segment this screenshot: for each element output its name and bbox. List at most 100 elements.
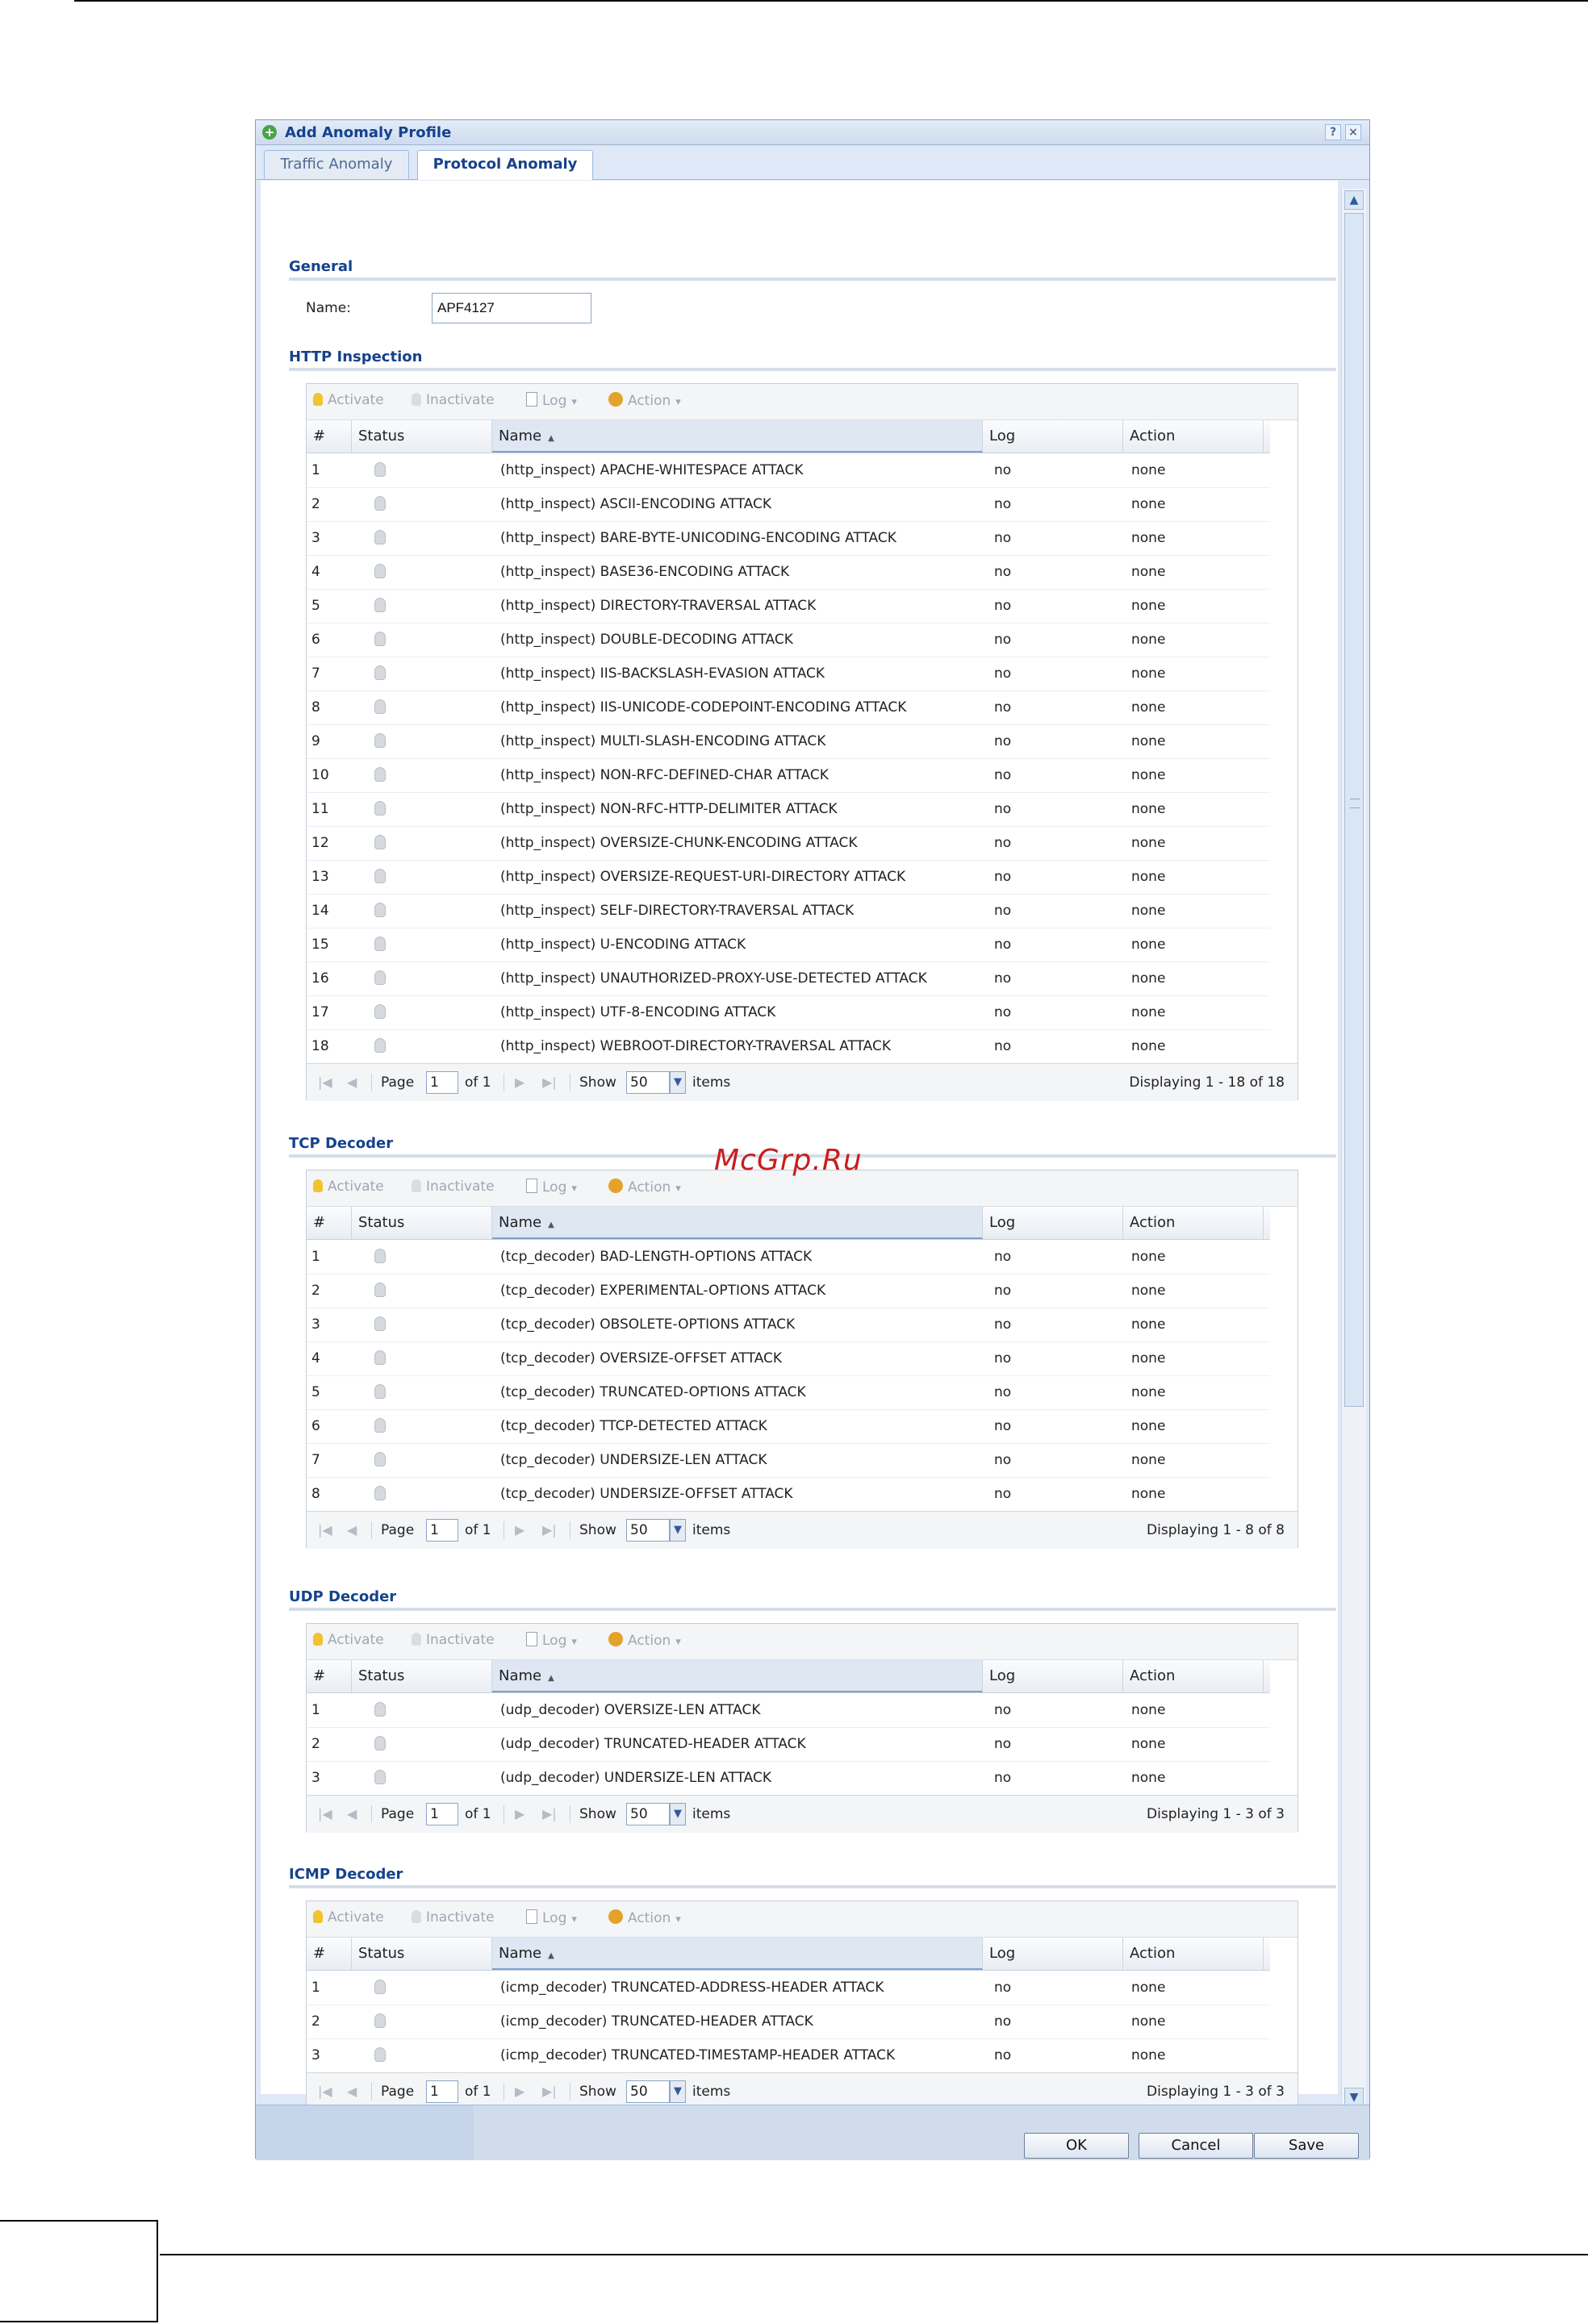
activate-button[interactable]: Activate — [313, 392, 384, 408]
inactivate-button[interactable]: Inactivate — [412, 392, 495, 408]
scroll-up-arrow-icon[interactable]: ▲ — [1344, 190, 1364, 210]
last-page-icon[interactable]: ▶| — [542, 1064, 557, 1101]
tab-traffic-anomaly[interactable]: Traffic Anomaly — [264, 150, 409, 179]
next-page-icon[interactable]: ▶ — [515, 1796, 524, 1833]
last-page-icon[interactable]: ▶| — [542, 1796, 557, 1833]
page-size-select[interactable]: 50 — [626, 1519, 670, 1542]
table-row[interactable]: 12 (http_inspect) OVERSIZE-CHUNK-ENCODING… — [307, 826, 1270, 861]
table-row[interactable]: 18 (http_inspect) WEBROOT-DIRECTORY-TRAVE… — [307, 1029, 1270, 1064]
column-header-name[interactable]: Name ▲ — [492, 420, 983, 453]
next-page-icon[interactable]: ▶ — [515, 1512, 524, 1549]
table-row[interactable]: 16 (http_inspect) UNAUTHORIZED-PROXY-USE-… — [307, 962, 1270, 996]
inactivate-button[interactable]: Inactivate — [412, 1909, 495, 1926]
table-row[interactable]: 4 (http_inspect) BASE36-ENCODING ATTACK no… — [307, 555, 1270, 590]
inactivate-button[interactable]: Inactivate — [412, 1179, 495, 1195]
close-button[interactable]: × — [1345, 124, 1361, 140]
page-size-select[interactable]: 50 — [626, 1803, 670, 1825]
log-menu-button[interactable]: Log ▾ — [526, 1632, 577, 1649]
page-number-input[interactable]: 1 — [426, 2080, 458, 2103]
column-header-action[interactable]: Action — [1123, 1938, 1264, 1970]
table-row[interactable]: 8 (http_inspect) IIS-UNICODE-CODEPOINT-EN… — [307, 691, 1270, 725]
table-row[interactable]: 14 (http_inspect) SELF-DIRECTORY-TRAVERSA… — [307, 894, 1270, 928]
table-row[interactable]: 9 (http_inspect) MULTI-SLASH-ENCODING ATT… — [307, 724, 1270, 759]
action-menu-button[interactable]: Action ▾ — [608, 1909, 681, 1926]
activate-button[interactable]: Activate — [313, 1909, 384, 1926]
page-size-dropdown-icon[interactable]: ▼ — [670, 1071, 686, 1094]
table-row[interactable]: 4 (tcp_decoder) OVERSIZE-OFFSET ATTACK no n… — [307, 1341, 1270, 1376]
vertical-scrollbar[interactable]: ▲ ▼ — [1341, 189, 1366, 2109]
column-header-log[interactable]: Log — [983, 1938, 1123, 1970]
page-number-input[interactable]: 1 — [426, 1803, 458, 1825]
table-row[interactable]: 7 (tcp_decoder) UNDERSIZE-LEN ATTACK no non… — [307, 1443, 1270, 1478]
table-row[interactable]: 3 (icmp_decoder) TRUNCATED-TIMESTAMP-HEAD… — [307, 2038, 1270, 2073]
table-row[interactable]: 2 (http_inspect) ASCII-ENCODING ATTACK no n… — [307, 487, 1270, 522]
name-input[interactable] — [432, 293, 591, 323]
help-button[interactable]: ? — [1325, 124, 1341, 140]
table-row[interactable]: 15 (http_inspect) U-ENCODING ATTACK no none — [307, 928, 1270, 962]
table-row[interactable]: 11 (http_inspect) NON-RFC-HTTP-DELIMITER … — [307, 792, 1270, 827]
table-row[interactable]: 7 (http_inspect) IIS-BACKSLASH-EVASION AT… — [307, 657, 1270, 691]
table-row[interactable]: 13 (http_inspect) OVERSIZE-REQUEST-URI-DI… — [307, 860, 1270, 895]
column-header-name[interactable]: Name ▲ — [492, 1938, 983, 1970]
save-button[interactable]: Save — [1254, 2133, 1359, 2159]
last-page-icon[interactable]: ▶| — [542, 1512, 557, 1549]
cancel-button[interactable]: Cancel — [1139, 2133, 1253, 2159]
table-row[interactable]: 6 (http_inspect) DOUBLE-DECODING ATTACK no… — [307, 623, 1270, 657]
column-header-number[interactable]: # — [307, 1938, 352, 1970]
table-row[interactable]: 2 (udp_decoder) TRUNCATED-HEADER ATTACK no… — [307, 1727, 1270, 1762]
table-row[interactable]: 1 (http_inspect) APACHE-WHITESPACE ATTACK… — [307, 453, 1270, 488]
table-row[interactable]: 2 (icmp_decoder) TRUNCATED-HEADER ATTACK n… — [307, 2005, 1270, 2039]
scrollbar-thumb[interactable] — [1344, 213, 1364, 1407]
table-row[interactable]: 1 (icmp_decoder) TRUNCATED-ADDRESS-HEADER… — [307, 1971, 1270, 2005]
previous-page-icon[interactable]: ◀ — [347, 1796, 357, 1833]
action-menu-button[interactable]: Action ▾ — [608, 1179, 681, 1195]
table-row[interactable]: 5 (tcp_decoder) TRUNCATED-OPTIONS ATTACK n… — [307, 1375, 1270, 1410]
page-size-dropdown-icon[interactable]: ▼ — [670, 2080, 686, 2103]
column-header-log[interactable]: Log — [983, 420, 1123, 453]
column-header-status[interactable]: Status — [352, 1938, 492, 1970]
column-header-number[interactable]: # — [307, 420, 352, 453]
first-page-icon[interactable]: |◀ — [318, 1796, 332, 1833]
log-menu-button[interactable]: Log ▾ — [526, 392, 577, 409]
table-row[interactable]: 3 (http_inspect) BARE-BYTE-UNICODING-ENCO… — [307, 521, 1270, 556]
table-row[interactable]: 1 (tcp_decoder) BAD-LENGTH-OPTIONS ATTACK… — [307, 1240, 1270, 1275]
page-size-dropdown-icon[interactable]: ▼ — [670, 1803, 686, 1825]
column-header-name[interactable]: Name ▲ — [492, 1207, 983, 1239]
first-page-icon[interactable]: |◀ — [318, 1064, 332, 1101]
page-size-select[interactable]: 50 — [626, 2080, 670, 2103]
activate-button[interactable]: Activate — [313, 1179, 384, 1195]
column-header-number[interactable]: # — [307, 1660, 352, 1692]
next-page-icon[interactable]: ▶ — [515, 1064, 524, 1101]
table-row[interactable]: 2 (tcp_decoder) EXPERIMENTAL-OPTIONS ATTA… — [307, 1274, 1270, 1308]
column-header-status[interactable]: Status — [352, 420, 492, 453]
table-row[interactable]: 3 (udp_decoder) UNDERSIZE-LEN ATTACK no non… — [307, 1761, 1270, 1796]
page-number-input[interactable]: 1 — [426, 1519, 458, 1542]
log-menu-button[interactable]: Log ▾ — [526, 1179, 577, 1195]
column-header-number[interactable]: # — [307, 1207, 352, 1239]
page-size-select[interactable]: 50 — [626, 1071, 670, 1094]
page-number-input[interactable]: 1 — [426, 1071, 458, 1094]
table-row[interactable]: 3 (tcp_decoder) OBSOLETE-OPTIONS ATTACK no… — [307, 1308, 1270, 1342]
table-row[interactable]: 17 (http_inspect) UTF-8-ENCODING ATTACK no… — [307, 995, 1270, 1030]
column-header-action[interactable]: Action — [1123, 420, 1264, 453]
action-menu-button[interactable]: Action ▾ — [608, 1632, 681, 1649]
column-header-log[interactable]: Log — [983, 1660, 1123, 1692]
column-header-status[interactable]: Status — [352, 1660, 492, 1692]
activate-button[interactable]: Activate — [313, 1632, 384, 1648]
log-menu-button[interactable]: Log ▾ — [526, 1909, 577, 1926]
previous-page-icon[interactable]: ◀ — [347, 1064, 357, 1101]
column-header-name[interactable]: Name ▲ — [492, 1660, 983, 1692]
column-header-log[interactable]: Log — [983, 1207, 1123, 1239]
column-header-status[interactable]: Status — [352, 1207, 492, 1239]
action-menu-button[interactable]: Action ▾ — [608, 392, 681, 409]
first-page-icon[interactable]: |◀ — [318, 1512, 332, 1549]
page-size-dropdown-icon[interactable]: ▼ — [670, 1519, 686, 1542]
table-row[interactable]: 1 (udp_decoder) OVERSIZE-LEN ATTACK no none — [307, 1693, 1270, 1728]
column-header-action[interactable]: Action — [1123, 1660, 1264, 1692]
previous-page-icon[interactable]: ◀ — [347, 1512, 357, 1549]
table-row[interactable]: 5 (http_inspect) DIRECTORY-TRAVERSAL ATTA… — [307, 589, 1270, 624]
table-row[interactable]: 8 (tcp_decoder) UNDERSIZE-OFFSET ATTACK no… — [307, 1477, 1270, 1512]
column-header-action[interactable]: Action — [1123, 1207, 1264, 1239]
inactivate-button[interactable]: Inactivate — [412, 1632, 495, 1648]
table-row[interactable]: 6 (tcp_decoder) TTCP-DETECTED ATTACK no non… — [307, 1409, 1270, 1444]
